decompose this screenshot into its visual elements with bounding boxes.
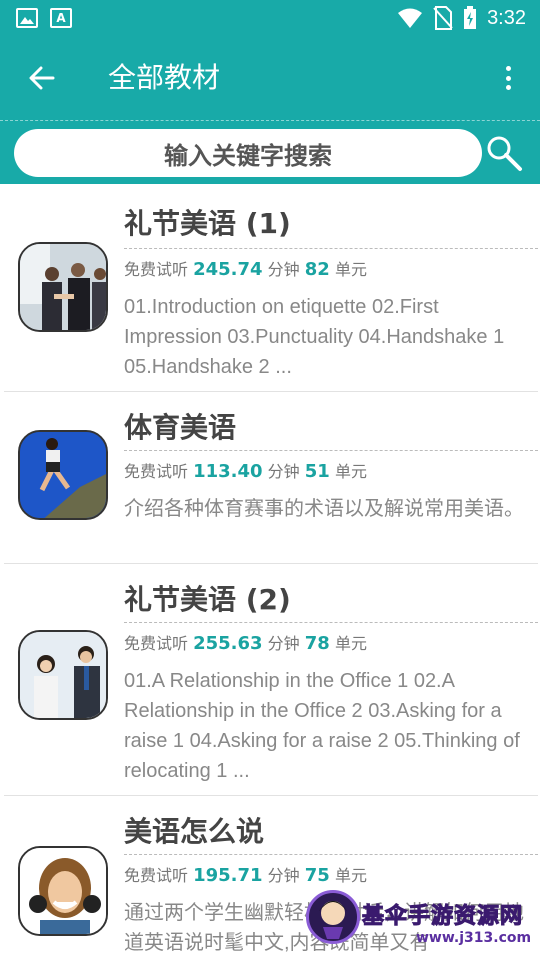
divider xyxy=(124,248,538,249)
status-left: A xyxy=(16,8,72,28)
course-description: 01.A Relationship in the Office 1 02.A R… xyxy=(124,670,520,782)
units-label: 单元 xyxy=(334,634,367,653)
watermark-url: www.j313.com xyxy=(416,930,532,946)
no-sim-icon xyxy=(433,6,453,30)
divider xyxy=(124,854,538,855)
trial-label: 免费试听 xyxy=(124,634,189,653)
status-right: 3:32 xyxy=(397,6,526,30)
more-vert-dot xyxy=(505,85,511,90)
page-title: 全部教材 xyxy=(108,61,221,94)
course-title: 美语怎么说 xyxy=(124,815,265,848)
course-description: 01.Introduction on etiquette 02.First Im… xyxy=(124,296,505,378)
watermark-logo-icon xyxy=(306,890,360,944)
more-vert-icon xyxy=(505,66,511,71)
units-value: 75 xyxy=(304,865,330,886)
watermark: 基伞手游资源网 www.j313.com xyxy=(300,886,540,960)
course-title: 礼节美语 (2) xyxy=(124,583,291,616)
back-button[interactable] xyxy=(22,58,62,98)
image-icon xyxy=(16,8,38,28)
divider xyxy=(124,622,538,623)
minutes-label: 分钟 xyxy=(267,634,300,653)
course-thumbnail xyxy=(18,242,108,332)
course-thumbnail xyxy=(18,846,108,936)
course-title: 礼节美语 (1) xyxy=(124,207,291,240)
trial-label: 免费试听 xyxy=(124,260,189,279)
search-bar: 输入关键字搜索 xyxy=(0,120,540,184)
course-meta: 免费试听 195.71 分钟 75 单元 xyxy=(124,862,367,886)
course-title: 体育美语 xyxy=(124,411,237,444)
minutes-value: 195.71 xyxy=(193,865,263,886)
battery-charging-icon xyxy=(464,6,477,29)
wifi-icon xyxy=(398,8,423,28)
units-value: 78 xyxy=(304,633,330,654)
course-meta: 免费试听 255.63 分钟 78 单元 xyxy=(124,630,367,654)
more-options-button[interactable] xyxy=(496,60,520,96)
course-description: 介绍各种体育赛事的术语以及解说常用美语。 xyxy=(124,498,524,520)
search-input[interactable]: 输入关键字搜索 xyxy=(14,129,482,177)
minutes-value: 255.63 xyxy=(193,633,263,654)
clock: 3:32 xyxy=(487,6,526,29)
units-label: 单元 xyxy=(334,866,367,885)
watermark-title: 基伞手游资源网 xyxy=(361,904,524,930)
list-item[interactable]: 礼节美语 (2) 免费试听 255.63 分钟 78 单元 01.A Relat… xyxy=(0,564,540,796)
font-icon: A xyxy=(50,8,72,28)
search-icon[interactable] xyxy=(484,133,524,173)
units-value: 51 xyxy=(304,461,330,482)
course-meta: 免费试听 245.74 分钟 82 单元 xyxy=(124,256,367,280)
units-label: 单元 xyxy=(334,260,367,279)
minutes-label: 分钟 xyxy=(267,866,300,885)
list-item[interactable]: 礼节美语 (1) 免费试听 245.74 分钟 82 单元 01.Introdu… xyxy=(0,184,540,392)
trial-label: 免费试听 xyxy=(124,462,189,481)
app-bar: 全部教材 xyxy=(0,36,540,120)
minutes-value: 113.40 xyxy=(193,461,263,482)
minutes-value: 245.74 xyxy=(193,259,263,280)
course-thumbnail xyxy=(18,430,108,520)
divider xyxy=(124,450,538,451)
course-thumbnail xyxy=(18,630,108,720)
minutes-label: 分钟 xyxy=(267,462,300,481)
units-value: 82 xyxy=(304,259,330,280)
list-item[interactable]: 体育美语 免费试听 113.40 分钟 51 单元 介绍各种体育赛事的术语以及解… xyxy=(0,392,540,564)
course-meta: 免费试听 113.40 分钟 51 单元 xyxy=(124,458,367,482)
trial-label: 免费试听 xyxy=(124,866,189,885)
minutes-label: 分钟 xyxy=(267,260,300,279)
more-vert-dot xyxy=(505,75,511,81)
units-label: 单元 xyxy=(334,462,367,481)
arrow-left-icon xyxy=(29,66,55,90)
status-bar: A 3:32 xyxy=(0,0,540,36)
